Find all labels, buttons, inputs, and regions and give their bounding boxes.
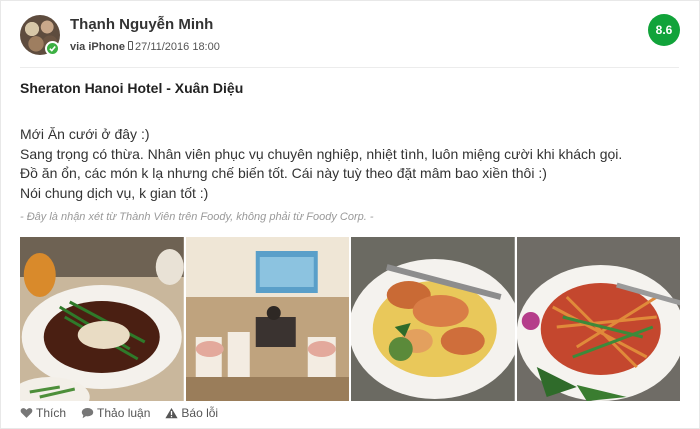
divider	[20, 67, 679, 68]
device-label: via iPhone	[70, 41, 126, 53]
report-label: Báo lỗi	[181, 406, 219, 420]
verified-check-icon	[45, 41, 60, 56]
review-body: Mới Ăn cưới ở đây :) Sang trọng có thừa.…	[20, 125, 680, 203]
review-card: Thạnh Nguyễn Minh via iPhone 27/11/2016 …	[0, 0, 700, 429]
review-line: Nói chung dịch vụ, k gian tốt :)	[20, 184, 209, 201]
like-button[interactable]: Thích	[20, 406, 66, 420]
heart-icon	[20, 408, 33, 418]
review-actions: Thích Thảo luận Báo lỗi	[20, 406, 233, 420]
report-button[interactable]: Báo lỗi	[165, 406, 218, 420]
discuss-label: Thảo luận	[97, 406, 151, 420]
warning-icon	[165, 407, 178, 419]
photo-wedding-hall[interactable]	[185, 237, 349, 401]
score-badge: 8.6	[648, 14, 680, 46]
disclaimer: - Đây là nhận xét từ Thành Viên trên Foo…	[20, 211, 374, 223]
review-meta: via iPhone 27/11/2016 18:00	[70, 41, 220, 53]
review-line: Sang trọng có thừa. Nhân viên phục vụ ch…	[20, 145, 623, 162]
review-line: Mới Ăn cưới ở đây :)	[20, 126, 150, 142]
photo-gallery	[20, 237, 680, 401]
review-date: 27/11/2016 18:00	[135, 41, 220, 53]
photo-prawn-dish[interactable]	[351, 237, 515, 401]
discuss-button[interactable]: Thảo luận	[81, 406, 150, 420]
photo-fish-dish[interactable]	[20, 237, 184, 401]
review-line: Đồ ăn ổn, các món k lạ nhưng chế biến tố…	[20, 165, 547, 181]
comment-icon	[81, 407, 94, 419]
like-label: Thích	[36, 406, 67, 420]
photo-salad-dish[interactable]	[516, 237, 680, 401]
place-title[interactable]: Sheraton Hanoi Hotel - Xuân Diệu	[20, 80, 243, 96]
phone-icon	[128, 41, 134, 53]
user-name[interactable]: Thạnh Nguyễn Minh	[70, 16, 213, 33]
